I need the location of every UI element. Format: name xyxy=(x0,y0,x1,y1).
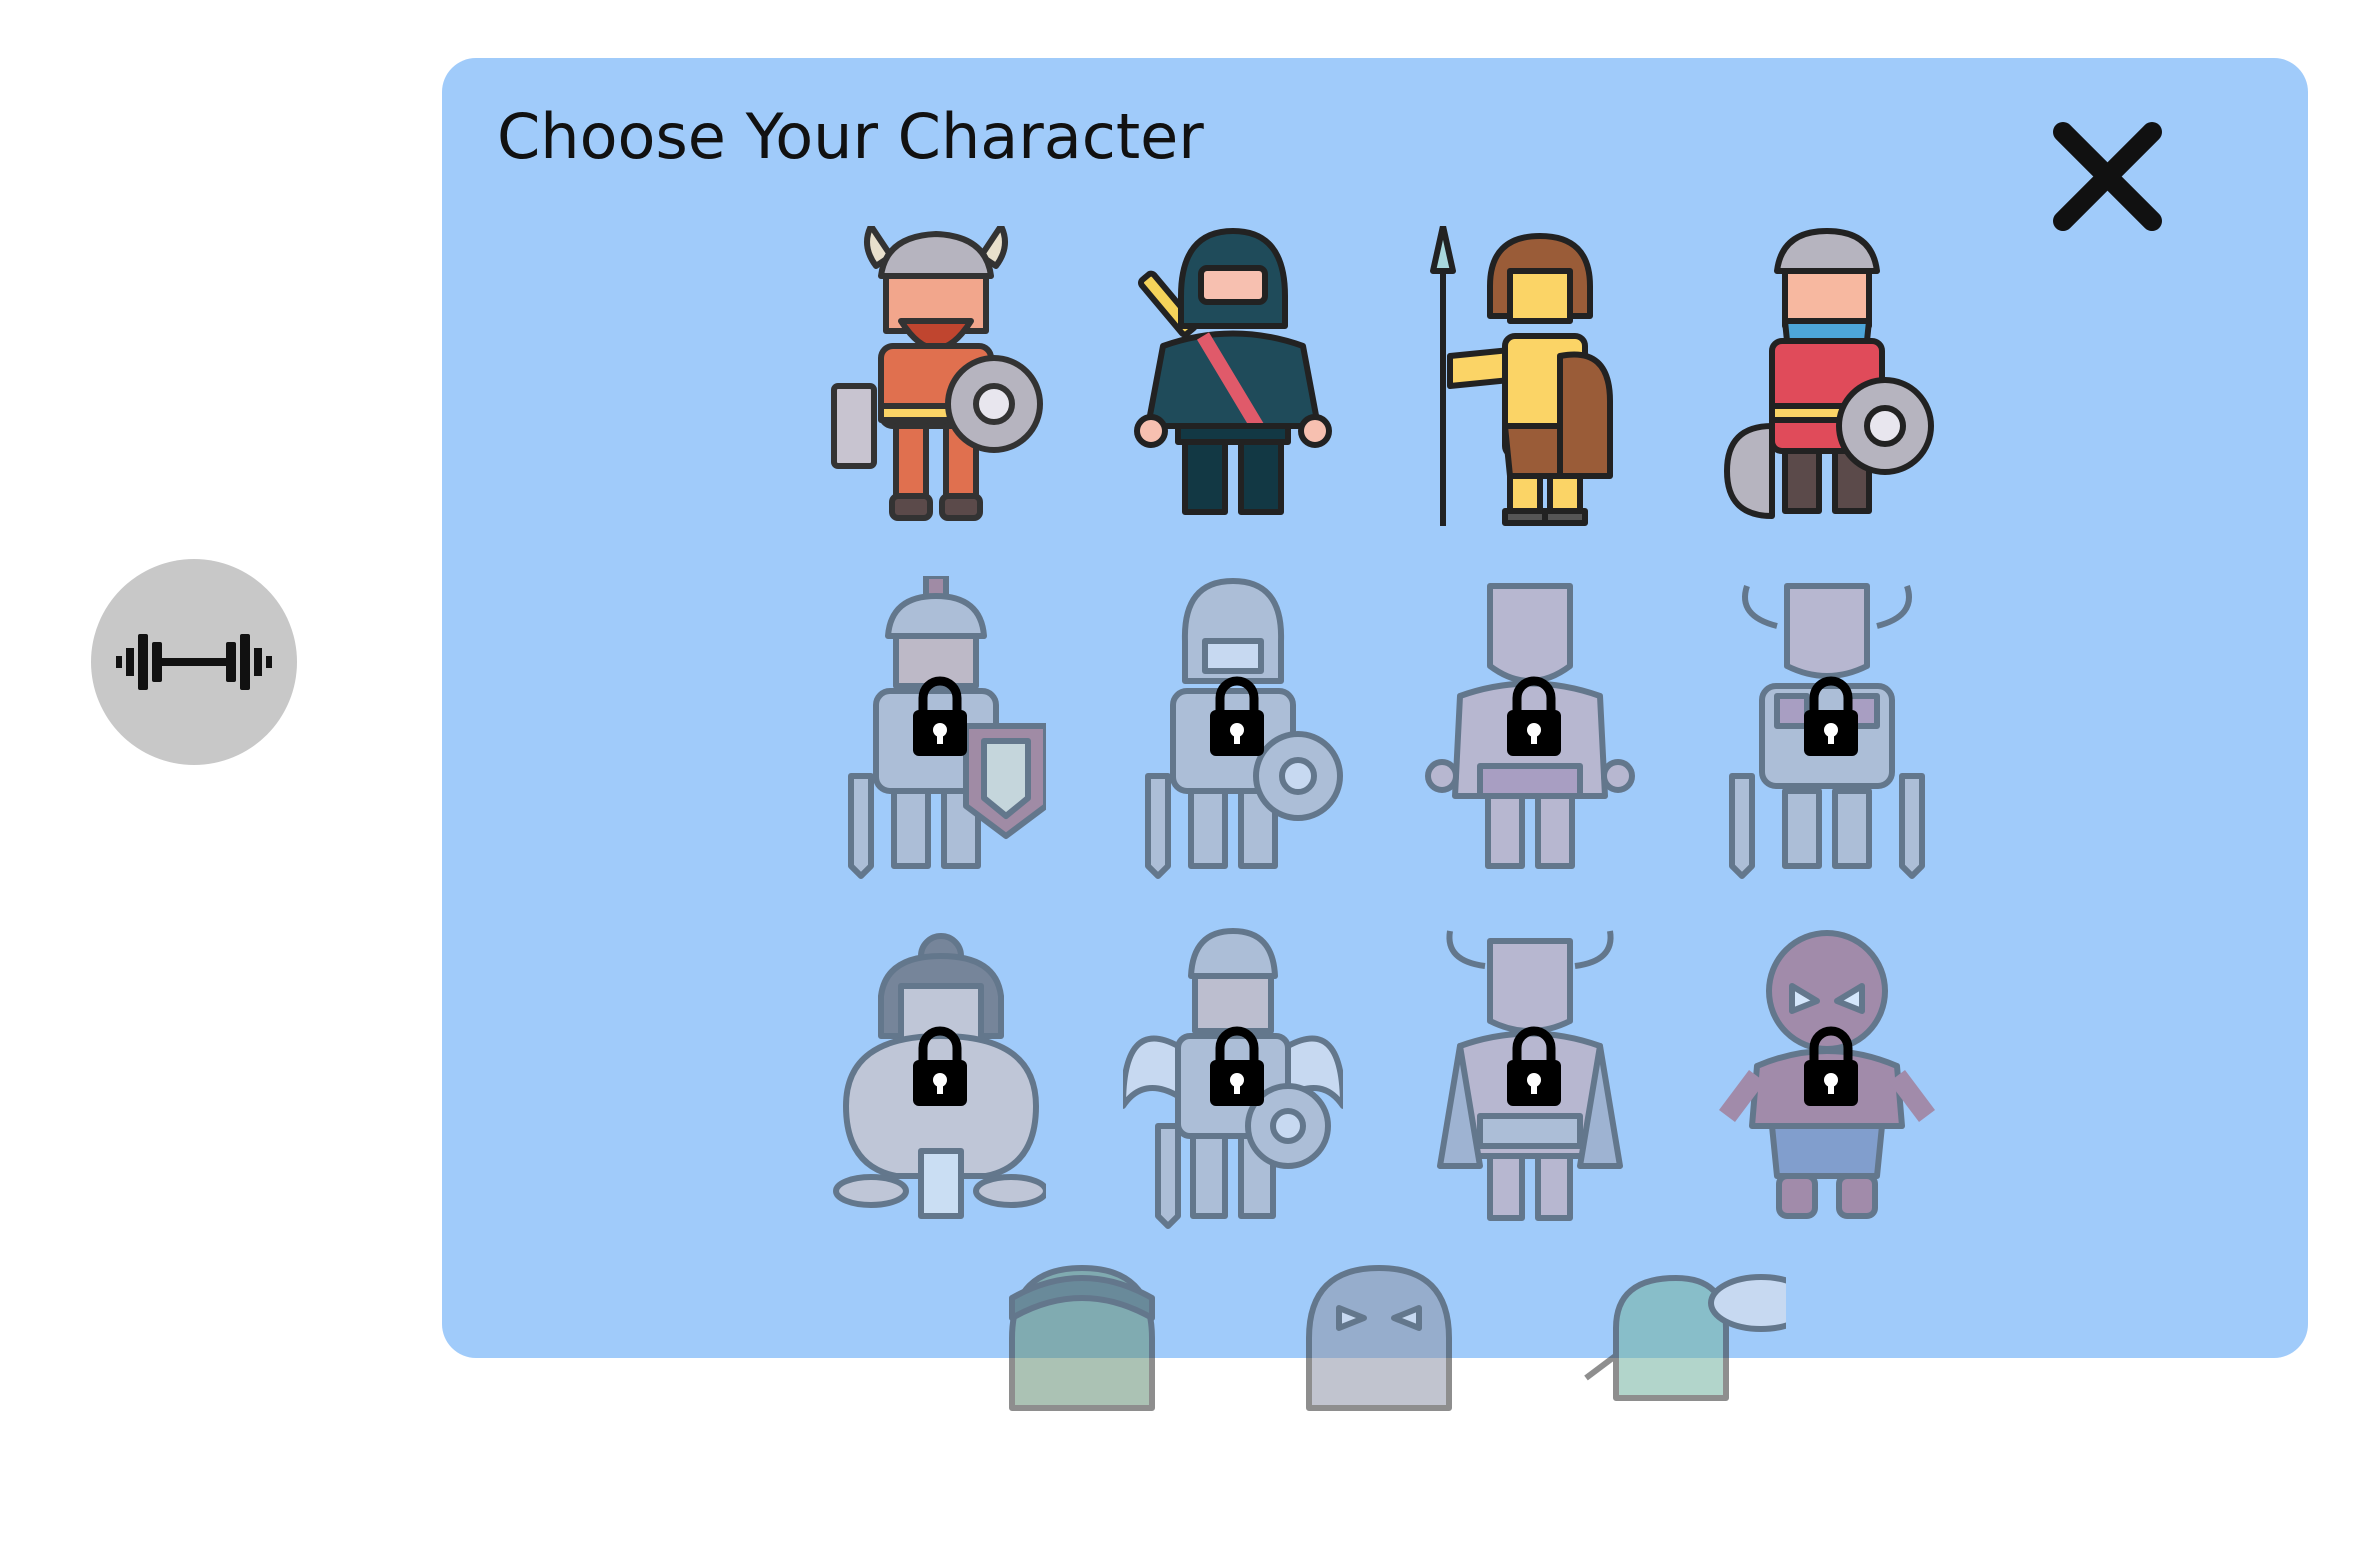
character-knight[interactable] xyxy=(1123,576,1343,886)
bat-hero-icon xyxy=(1306,1265,1452,1411)
character-select-modal: Choose Your Character xyxy=(442,58,2308,1411)
character-sumo[interactable] xyxy=(826,926,1046,1236)
character-minotaur[interactable] xyxy=(1420,926,1640,1236)
character-zombie[interactable] xyxy=(972,1258,1192,1568)
dumbbell-icon xyxy=(116,634,272,690)
lock-icon xyxy=(1210,676,1264,756)
workout-button[interactable] xyxy=(91,559,297,765)
character-bat-hero[interactable] xyxy=(1269,1258,1489,1568)
character-viking[interactable] xyxy=(826,226,1046,536)
ninja-icon xyxy=(1134,228,1332,515)
character-horned-warrior[interactable] xyxy=(1717,576,1937,886)
close-icon xyxy=(2053,122,2162,231)
character-axe-knight[interactable] xyxy=(1717,226,1937,536)
lock-icon xyxy=(913,676,967,756)
viking-icon xyxy=(831,226,1043,521)
character-ninja[interactable] xyxy=(1123,226,1343,536)
zombie-icon xyxy=(1009,1265,1155,1411)
lock-icon xyxy=(1507,676,1561,756)
close-button[interactable] xyxy=(2045,114,2170,239)
character-gladiator[interactable] xyxy=(826,576,1046,886)
lock-icon xyxy=(1210,1026,1264,1106)
lock-icon xyxy=(913,1026,967,1106)
character-spearman[interactable] xyxy=(1420,226,1640,536)
lock-icon xyxy=(1507,1026,1561,1106)
axe-knight-icon xyxy=(1724,228,1934,519)
goblin-icon xyxy=(1584,1274,1786,1401)
modal-title: Choose Your Character xyxy=(497,100,1204,173)
lock-icon xyxy=(1804,676,1858,756)
character-cyclops[interactable] xyxy=(1420,576,1640,886)
spearman-icon xyxy=(1430,226,1613,526)
character-spider-hero[interactable] xyxy=(1717,926,1937,1236)
character-winged-knight[interactable] xyxy=(1123,926,1343,1236)
lock-icon xyxy=(1804,1026,1858,1106)
character-goblin[interactable] xyxy=(1566,1258,1786,1568)
